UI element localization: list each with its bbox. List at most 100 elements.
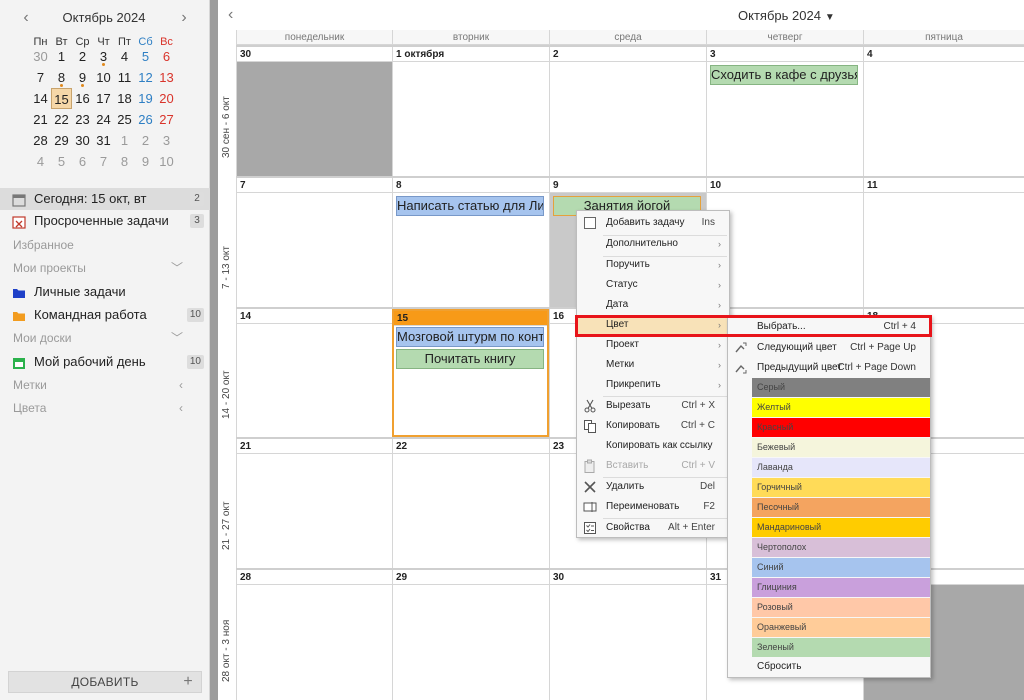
color-swatch[interactable]: Бежевый bbox=[752, 438, 930, 457]
mini-calendar-day[interactable]: 4 bbox=[30, 151, 51, 172]
mini-calendar-day[interactable]: 28 bbox=[30, 130, 51, 151]
mini-calendar-day[interactable]: 10 bbox=[156, 151, 177, 172]
sidebar-splitter[interactable] bbox=[210, 0, 218, 700]
day-cell[interactable]: 14 bbox=[236, 309, 392, 437]
sidebar-item-personal-tasks[interactable]: Личные задачи bbox=[0, 281, 210, 303]
chevron-right-icon[interactable]: › bbox=[174, 8, 194, 28]
mini-calendar-day[interactable]: 4 bbox=[114, 46, 135, 67]
color-swatch[interactable]: Мандариновый bbox=[752, 518, 930, 537]
menu-item-status[interactable]: Статус › bbox=[577, 275, 729, 295]
color-swatch[interactable]: Синий bbox=[752, 558, 930, 577]
section-colors[interactable]: Цвета ‹ bbox=[13, 398, 193, 418]
chevron-left-icon[interactable]: ‹ bbox=[228, 6, 233, 24]
color-swatch[interactable]: Песочный bbox=[752, 498, 930, 517]
chevron-left-icon[interactable]: ‹ bbox=[179, 375, 183, 395]
color-swatch[interactable]: Глициния bbox=[752, 578, 930, 597]
mini-calendar-day[interactable]: 3 bbox=[156, 130, 177, 151]
mini-calendar-day[interactable]: 8 bbox=[51, 67, 72, 88]
mini-calendar-day[interactable]: 6 bbox=[156, 46, 177, 67]
mini-calendar-day[interactable]: 24 bbox=[93, 109, 114, 130]
mini-calendar-day[interactable]: 22 bbox=[51, 109, 72, 130]
caret-down-icon[interactable]: ▼ bbox=[825, 12, 835, 23]
mini-calendar-day[interactable]: 31 bbox=[93, 130, 114, 151]
day-cell[interactable]: 7 bbox=[236, 178, 392, 307]
mini-calendar-day[interactable]: 30 bbox=[30, 46, 51, 67]
color-swatch[interactable]: Горчичный bbox=[752, 478, 930, 497]
menu-item-more[interactable]: Дополнительно › bbox=[577, 234, 729, 254]
mini-calendar-day[interactable]: 1 bbox=[114, 130, 135, 151]
mini-calendar-day[interactable]: 18 bbox=[114, 88, 135, 109]
day-cell[interactable]: 30 bbox=[549, 570, 706, 700]
mini-calendar-day[interactable]: 21 bbox=[30, 109, 51, 130]
mini-calendar-day[interactable]: 2 bbox=[135, 130, 156, 151]
mini-calendar-day[interactable]: 13 bbox=[156, 67, 177, 88]
mini-calendar-day[interactable]: 20 bbox=[156, 88, 177, 109]
menu-item-rename[interactable]: Переименовать F2 bbox=[577, 497, 729, 517]
mini-calendar-day[interactable]: 7 bbox=[30, 67, 51, 88]
menu-item-properties[interactable]: Свойства Alt + Enter bbox=[577, 518, 729, 538]
menu-item-cut[interactable]: Вырезать Ctrl + X bbox=[577, 396, 729, 416]
mini-calendar-day[interactable]: 29 bbox=[51, 130, 72, 151]
event-cafe[interactable]: Сходить в кафе с друзьями bbox=[710, 65, 858, 85]
chevron-left-icon[interactable]: ‹ bbox=[179, 398, 183, 418]
menu-item-project[interactable]: Проект › bbox=[577, 335, 729, 355]
event-read[interactable]: Почитать книгу bbox=[396, 349, 544, 369]
plus-icon[interactable]: + bbox=[183, 672, 193, 692]
day-cell[interactable]: 11 bbox=[863, 178, 1024, 307]
chevron-down-icon[interactable]: ﹀ bbox=[171, 258, 183, 278]
mini-calendar-day[interactable]: 16 bbox=[72, 88, 93, 109]
mini-calendar-day[interactable]: 23 bbox=[72, 109, 93, 130]
mini-calendar-day[interactable]: 11 bbox=[114, 67, 135, 88]
day-cell[interactable]: 29 bbox=[392, 570, 549, 700]
section-tags[interactable]: Метки ‹ bbox=[13, 375, 193, 395]
mini-calendar-title[interactable]: Октябрь 2024 bbox=[40, 10, 168, 25]
menu-item-tags[interactable]: Метки › bbox=[577, 355, 729, 375]
section-favorites[interactable]: Избранное bbox=[13, 235, 193, 255]
mini-calendar-day[interactable]: 10 bbox=[93, 67, 114, 88]
day-cell[interactable]: 2 bbox=[549, 47, 706, 176]
color-swatch[interactable]: Лаванда bbox=[752, 458, 930, 477]
menu-item-copy-link[interactable]: Копировать как ссылку bbox=[577, 436, 729, 456]
day-cell[interactable]: 21 bbox=[236, 439, 392, 568]
color-swatch[interactable]: Оранжевый bbox=[752, 618, 930, 637]
color-swatch[interactable]: Чертополох bbox=[752, 538, 930, 557]
color-swatch[interactable]: Розовый bbox=[752, 598, 930, 617]
event-article[interactable]: Написать статью для Ли bbox=[396, 196, 544, 216]
month-title[interactable]: Октябрь 2024 ▼ bbox=[738, 8, 835, 23]
mini-calendar-day[interactable]: 3 bbox=[93, 46, 114, 67]
sidebar-item-overdue[interactable]: Просроченные задачи 3 bbox=[0, 210, 210, 232]
event-brainstorm[interactable]: Мозговой штурм по конт bbox=[396, 327, 544, 347]
mini-calendar-day[interactable]: 5 bbox=[51, 151, 72, 172]
color-swatch[interactable]: Серый bbox=[752, 378, 930, 397]
menu-item-attach[interactable]: Прикрепить › bbox=[577, 375, 729, 395]
mini-calendar-day[interactable]: 2 bbox=[72, 46, 93, 67]
mini-calendar-day[interactable]: 9 bbox=[135, 151, 156, 172]
mini-calendar-day[interactable]: 27 bbox=[156, 109, 177, 130]
section-my-projects[interactable]: Мои проекты ﹀ bbox=[13, 258, 193, 278]
menu-item-next-color[interactable]: Следующий цвет Ctrl + Page Up bbox=[728, 338, 930, 358]
section-my-boards[interactable]: Мои доски ﹀ bbox=[13, 328, 193, 348]
menu-item-copy[interactable]: Копировать Ctrl + C bbox=[577, 416, 729, 436]
color-swatch[interactable]: Желтый bbox=[752, 398, 930, 417]
mini-calendar-day[interactable]: 30 bbox=[72, 130, 93, 151]
mini-calendar-day[interactable]: 12 bbox=[135, 67, 156, 88]
mini-calendar-day[interactable]: 15 bbox=[51, 88, 72, 109]
mini-calendar-day[interactable]: 8 bbox=[114, 151, 135, 172]
day-cell[interactable]: 22 bbox=[392, 439, 549, 568]
sidebar-item-my-day[interactable]: Мой рабочий день 10 bbox=[0, 351, 210, 373]
mini-calendar-day[interactable]: 5 bbox=[135, 46, 156, 67]
day-cell[interactable]: 30 bbox=[236, 47, 392, 176]
chevron-down-icon[interactable]: ﹀ bbox=[171, 328, 183, 348]
mini-calendar-day[interactable]: 14 bbox=[30, 88, 51, 109]
chevron-left-icon[interactable]: ‹ bbox=[16, 8, 36, 28]
color-swatch[interactable]: Зеленый bbox=[752, 638, 930, 657]
mini-calendar-day[interactable]: 9 bbox=[72, 67, 93, 88]
menu-item-prev-color[interactable]: Предыдущий цвет Ctrl + Page Down bbox=[728, 358, 930, 378]
add-button[interactable]: ДОБАВИТЬ + bbox=[8, 671, 202, 693]
mini-calendar-day[interactable]: 19 bbox=[135, 88, 156, 109]
menu-item-delete[interactable]: Удалить Del bbox=[577, 477, 729, 497]
day-cell[interactable]: 4 bbox=[863, 47, 1024, 176]
menu-item-date[interactable]: Дата › bbox=[577, 295, 729, 315]
mini-calendar-day[interactable]: 6 bbox=[72, 151, 93, 172]
menu-item-assign[interactable]: Поручить › bbox=[577, 255, 729, 275]
